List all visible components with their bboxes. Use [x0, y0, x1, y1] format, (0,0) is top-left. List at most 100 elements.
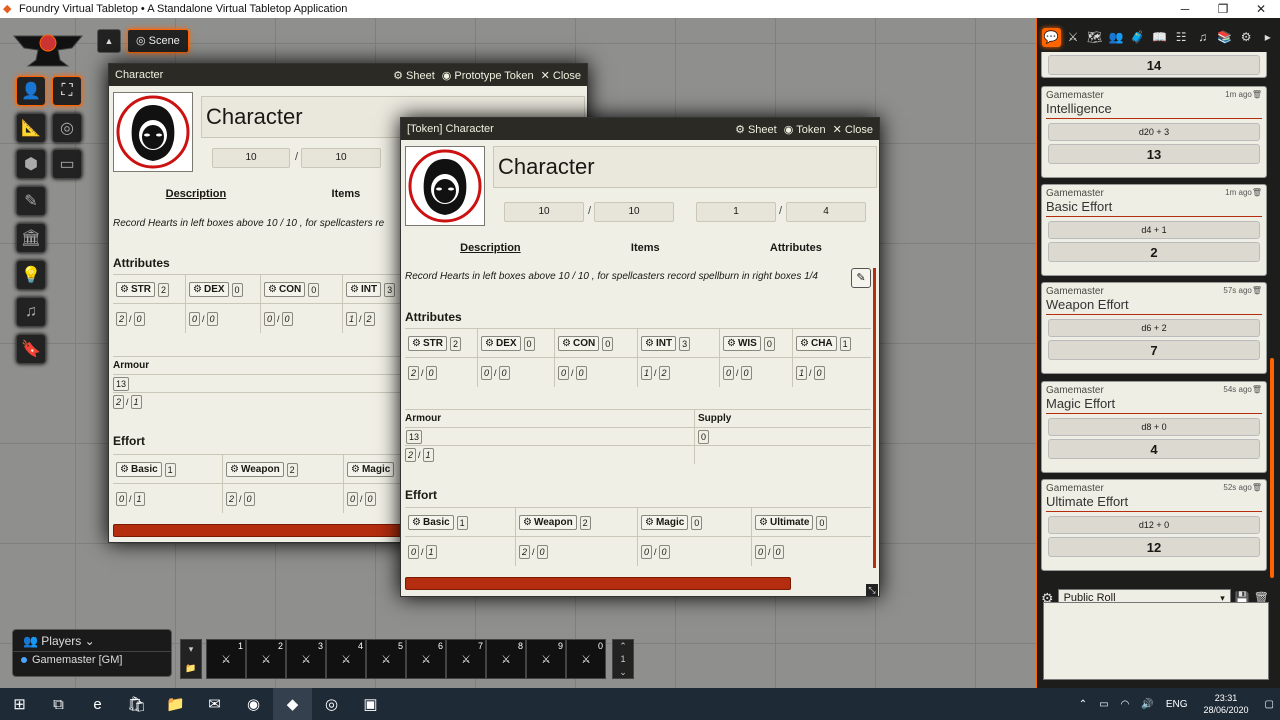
macro-slot[interactable]: ⚔ 1	[206, 639, 246, 679]
roll-total[interactable]: 14	[1048, 55, 1260, 75]
close-sheet-button[interactable]: ✕ Close	[833, 123, 873, 136]
macro-slot[interactable]: ⚔ 7	[446, 639, 486, 679]
attribute-pair[interactable]: 0/0	[723, 365, 752, 380]
walls-controls-button[interactable]: 🏛	[16, 223, 46, 253]
effort-value[interactable]: 2	[579, 515, 591, 530]
obs-icon[interactable]: ◎	[312, 688, 351, 720]
windows-start-icon[interactable]: ⊞	[0, 688, 39, 720]
minimize-button[interactable]: ─	[1166, 0, 1204, 18]
attribute-value[interactable]: 2	[449, 336, 461, 351]
macro-slot[interactable]: ⚔ 5	[366, 639, 406, 679]
effort-value[interactable]: 1	[164, 462, 176, 477]
macro-slot[interactable]: ⚔ 3	[286, 639, 326, 679]
attribute-label[interactable]: ⚙ CHA	[796, 336, 837, 351]
attribute-value[interactable]: 3	[384, 282, 396, 297]
hp-max-input[interactable]: 10	[594, 202, 674, 222]
roll-formula[interactable]: d12 + 0	[1048, 516, 1260, 534]
effort-value[interactable]: 1	[456, 515, 468, 530]
attribute-label[interactable]: ⚙ DEX	[481, 336, 521, 351]
tab-items[interactable]: Items	[332, 188, 361, 200]
effort-label[interactable]: ⚙ Ultimate	[755, 515, 814, 530]
macro-slot[interactable]: ⚔ 2	[246, 639, 286, 679]
attribute-label[interactable]: ⚙ WIS	[723, 336, 761, 351]
tab-attributes[interactable]: Attributes	[770, 242, 822, 254]
roll-total[interactable]: 4	[1048, 439, 1260, 459]
sheet-header[interactable]: [Token] Character ⚙ Sheet ◉ Token ✕ Close	[401, 118, 879, 140]
character-portrait[interactable]	[405, 146, 485, 226]
scenes-tab-icon[interactable]: 🗺	[1085, 28, 1104, 47]
sheet-config-button[interactable]: ⚙ Sheet	[735, 123, 777, 136]
store-icon[interactable]: 🛍	[117, 688, 156, 720]
trash-icon[interactable]: 🗑	[1252, 483, 1262, 494]
effort-pair[interactable]: 0/0	[347, 491, 376, 506]
effort-value[interactable]: 0	[816, 515, 828, 530]
effort-pair[interactable]: 2/0	[226, 491, 255, 506]
chrome-icon[interactable]: ◉	[234, 688, 273, 720]
hp-max-input[interactable]: 10	[301, 148, 381, 168]
combat-tab-icon[interactable]: ⚔	[1064, 28, 1083, 47]
sounds-controls-button[interactable]: ♫	[16, 297, 46, 327]
attribute-value[interactable]: 0	[523, 336, 535, 351]
armour-value[interactable]: 13	[406, 429, 422, 444]
attribute-label[interactable]: ⚙ CON	[264, 282, 306, 297]
file-explorer-icon[interactable]: 📁	[156, 688, 195, 720]
trash-icon[interactable]: 🗑	[1252, 188, 1262, 199]
attribute-value[interactable]: 0	[763, 336, 775, 351]
attribute-label[interactable]: ⚙ CON	[558, 336, 600, 351]
supply-value[interactable]: 0	[698, 429, 709, 444]
hp-input[interactable]: 10	[504, 202, 584, 222]
roll-total[interactable]: 2	[1048, 242, 1260, 262]
effort-pair[interactable]: 0/1	[116, 491, 145, 506]
token-config-button[interactable]: ◉ Token	[784, 123, 826, 136]
armour-pair[interactable]: 2/1	[405, 447, 434, 462]
task-view-icon[interactable]: ⧉	[39, 688, 78, 720]
attribute-value[interactable]: 0	[602, 336, 614, 351]
playlists-tab-icon[interactable]: ♫	[1193, 28, 1212, 47]
roll-formula[interactable]: d20 + 3	[1048, 123, 1260, 141]
battery-icon[interactable]: ▭	[1099, 699, 1108, 710]
volume-icon[interactable]: 🔊	[1141, 699, 1153, 710]
roll-formula[interactable]: d6 + 2	[1048, 319, 1260, 337]
actors-tab-icon[interactable]: 👥	[1107, 28, 1126, 47]
attribute-pair[interactable]: 0/0	[189, 311, 218, 326]
compendium-tab-icon[interactable]: 📚	[1215, 28, 1234, 47]
character-portrait[interactable]	[113, 92, 193, 172]
attribute-pair[interactable]: 0/0	[264, 311, 293, 326]
notes-controls-button[interactable]: 🔖	[16, 334, 46, 364]
attribute-label[interactable]: ⚙ INT	[346, 282, 382, 297]
settings-tab-icon[interactable]: ⚙	[1237, 28, 1256, 47]
attribute-pair[interactable]: 1/2	[346, 311, 375, 326]
attribute-pair[interactable]: 0/0	[558, 365, 587, 380]
scene-tab[interactable]: ◎ Scene	[127, 29, 189, 53]
character-name-input[interactable]: Character	[493, 146, 877, 188]
effort-pair[interactable]: 0/0	[641, 544, 670, 559]
roll-total[interactable]: 13	[1048, 144, 1260, 164]
select-tool-button[interactable]: ⛶	[52, 76, 82, 106]
macro-slot[interactable]: ⚔ 9	[526, 639, 566, 679]
armour-value[interactable]: 13	[113, 376, 129, 391]
attribute-label[interactable]: ⚙ DEX	[189, 282, 229, 297]
sheet-header[interactable]: Character ⚙ Sheet ◉ Prototype Token ✕ Close	[109, 64, 587, 86]
chevron-down-icon[interactable]: ⌄	[613, 666, 633, 679]
drawing-controls-button[interactable]: ✎	[16, 186, 46, 216]
maximize-button[interactable]: ❐	[1204, 0, 1242, 18]
roll-total[interactable]: 12	[1048, 537, 1260, 557]
tiles-controls-button[interactable]: ⬢	[16, 149, 46, 179]
items-tab-icon[interactable]: 🧳	[1129, 28, 1148, 47]
attribute-pair[interactable]: 2/0	[116, 311, 145, 326]
effort-label[interactable]: ⚙ Basic	[408, 515, 454, 530]
macro-slot[interactable]: ⚔ 4	[326, 639, 366, 679]
attribute-label[interactable]: ⚙ STR	[116, 282, 155, 297]
attribute-value[interactable]: 3	[679, 336, 691, 351]
effort-label[interactable]: ⚙ Weapon	[226, 462, 284, 477]
collapse-sidebar-icon[interactable]: ▸	[1258, 28, 1277, 47]
attribute-value[interactable]: 2	[157, 282, 169, 297]
roll-total[interactable]: 7	[1048, 340, 1260, 360]
attribute-pair[interactable]: 0/0	[481, 365, 510, 380]
hp-input[interactable]: 10	[212, 148, 290, 168]
wifi-icon[interactable]: ◠	[1121, 699, 1130, 710]
macro-slot[interactable]: ⚔ 0	[566, 639, 606, 679]
effort-pair[interactable]: 0/1	[408, 544, 437, 559]
chat-tab-icon[interactable]: 💬	[1042, 27, 1061, 47]
sheet-config-button[interactable]: ⚙ Sheet	[393, 69, 435, 82]
